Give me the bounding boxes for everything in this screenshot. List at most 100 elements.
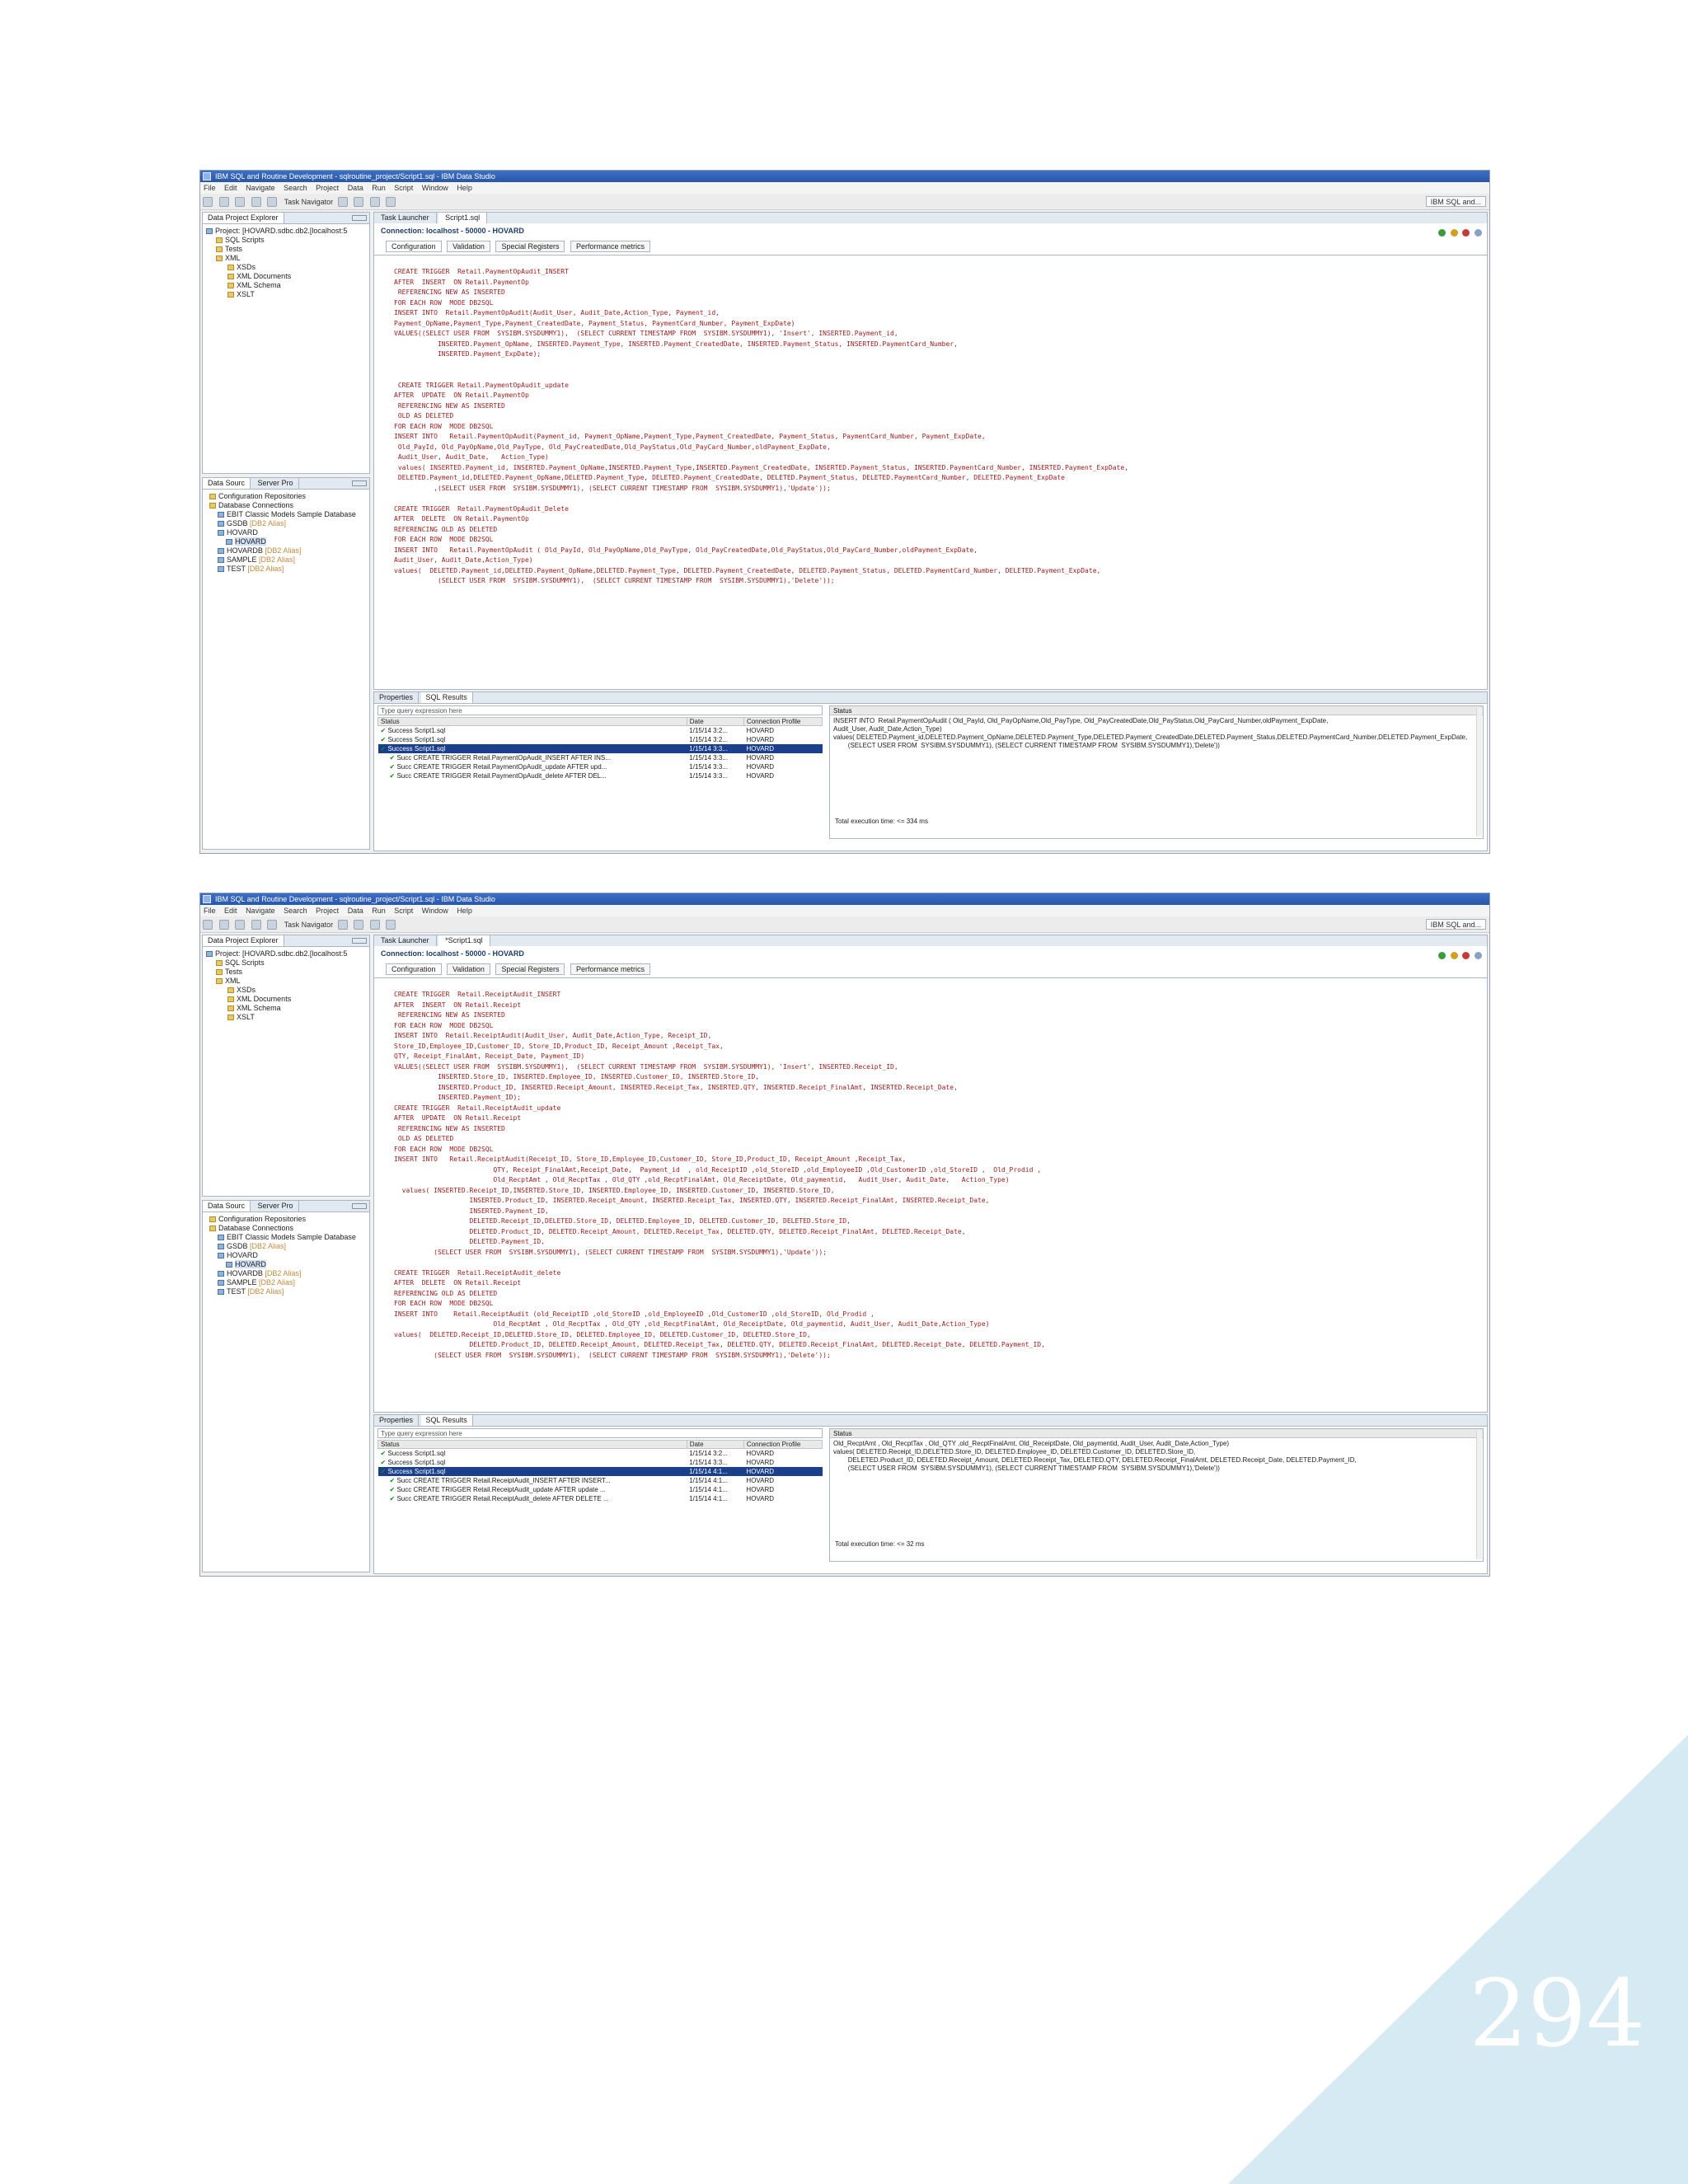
tree-item[interactable]: Configuration Repositories — [206, 1215, 366, 1224]
menu-help[interactable]: Help — [457, 184, 472, 192]
new-icon[interactable] — [203, 197, 213, 207]
scrollbar[interactable] — [1476, 1431, 1482, 1559]
table-row[interactable]: ✔ Success Script1.sql 1/15/14 3:3... HOVAR… — [377, 743, 823, 753]
sql-code-editor[interactable]: CREATE TRIGGER Retail.ReceiptAudit_INSER… — [373, 977, 1488, 1413]
menu-help[interactable]: Help — [457, 907, 472, 915]
tree-item[interactable]: XSDs — [206, 263, 366, 272]
tab-configuration[interactable]: Configuration — [386, 241, 442, 252]
tree-item[interactable]: Configuration Repositories — [206, 492, 366, 501]
menu-navigate[interactable]: Navigate — [246, 907, 275, 915]
forward-icon[interactable] — [386, 197, 396, 207]
tree-item[interactable]: SQL Scripts — [206, 958, 366, 968]
tab-data-project-explorer[interactable]: Data Project Explorer — [203, 935, 284, 946]
table-row[interactable]: ✔ Success Script1.sql 1/15/14 3:2... HOVAR… — [378, 735, 823, 744]
minimize-maximize-icon[interactable] — [352, 1203, 367, 1209]
menu-navigate[interactable]: Navigate — [246, 184, 275, 192]
menu-run[interactable]: Run — [372, 907, 386, 915]
menu-search[interactable]: Search — [284, 184, 307, 192]
debug-icon[interactable] — [1450, 229, 1458, 237]
table-row[interactable]: ✔ Succ CREATE TRIGGER Retail.PaymentOpAu… — [378, 762, 823, 771]
back-icon[interactable] — [369, 197, 380, 207]
menu-data[interactable]: Data — [348, 184, 363, 192]
run-sql-icon[interactable] — [1438, 952, 1447, 959]
tree-item[interactable]: XML Documents — [206, 272, 366, 281]
menu-run[interactable]: Run — [372, 184, 386, 192]
menu-file[interactable]: File — [204, 907, 216, 915]
settings-icon[interactable] — [1475, 229, 1482, 237]
tree-item[interactable]: GSDB [DB2 Alias] — [206, 1242, 366, 1251]
tab-data-source-explorer[interactable]: Data Sourc — [203, 1201, 251, 1212]
column-connection-profile[interactable]: Connection Profile — [743, 1440, 823, 1449]
tree-item[interactable]: HOVARDB [DB2 Alias] — [206, 1269, 366, 1278]
column-status[interactable]: Status — [377, 717, 687, 726]
table-row[interactable]: ✔ Success Script1.sql 1/15/14 3:3... HOVAR… — [378, 1458, 823, 1467]
tab-performance-metrics[interactable]: Performance metrics — [570, 241, 651, 252]
tree-item[interactable]: XML — [206, 254, 366, 263]
tree-item[interactable]: HOVARD — [206, 537, 366, 546]
tab-server-profiles[interactable]: Server Pro — [252, 478, 299, 489]
menu-project[interactable]: Project — [316, 184, 339, 192]
perspective-switcher[interactable]: IBM SQL and... — [1425, 919, 1486, 930]
minimize-maximize-icon[interactable] — [352, 938, 367, 944]
tab-script[interactable]: Script1.sql — [438, 213, 488, 223]
tree-item[interactable]: XML Schema — [206, 1004, 366, 1013]
settings-icon[interactable] — [1475, 952, 1482, 959]
tree-item[interactable]: SAMPLE [DB2 Alias] — [206, 555, 366, 565]
task-navigator-icon[interactable] — [267, 197, 278, 207]
minimize-maximize-icon[interactable] — [352, 215, 367, 221]
table-row[interactable]: ✔ Success Script1.sql 1/15/14 3:2... HOVAR… — [378, 1449, 823, 1458]
query-filter-input[interactable]: Type query expression here — [377, 705, 823, 715]
tree-item[interactable]: Tests — [206, 968, 366, 977]
forward-icon[interactable] — [386, 920, 396, 930]
tab-performance-metrics[interactable]: Performance metrics — [570, 963, 651, 975]
menu-edit[interactable]: Edit — [224, 184, 237, 192]
print-icon[interactable] — [235, 197, 246, 207]
new-icon[interactable] — [203, 920, 213, 930]
tree-item[interactable]: Project: [HOVARD.sdbc.db2.[localhost:5 — [206, 227, 366, 236]
menu-edit[interactable]: Edit — [224, 907, 237, 915]
tab-data-project-explorer[interactable]: Data Project Explorer — [203, 213, 284, 223]
menu-window[interactable]: Window — [422, 184, 448, 192]
query-filter-input[interactable]: Type query expression here — [377, 1428, 823, 1438]
tree-item[interactable]: HOVARD — [206, 1251, 366, 1260]
stop-icon[interactable] — [1462, 229, 1470, 237]
task-navigator-label[interactable]: Task Navigator — [284, 921, 334, 929]
tree-item[interactable]: XSLT — [206, 290, 366, 299]
print-icon[interactable] — [235, 920, 246, 930]
search-icon[interactable] — [337, 197, 348, 207]
tree-item[interactable]: XML — [206, 977, 366, 986]
save-icon[interactable] — [218, 920, 229, 930]
menu-project[interactable]: Project — [316, 907, 339, 915]
task-navigator-label[interactable]: Task Navigator — [284, 198, 334, 206]
tree-item[interactable]: SQL Scripts — [206, 236, 366, 245]
run-sql-icon[interactable] — [1438, 229, 1447, 237]
tree-item[interactable]: Tests — [206, 245, 366, 254]
tree-item[interactable]: TEST [DB2 Alias] — [206, 565, 366, 574]
task-navigator-icon[interactable] — [267, 920, 278, 930]
tab-task-launcher[interactable]: Task Launcher — [374, 213, 437, 223]
tab-special-registers[interactable]: Special Registers — [495, 241, 565, 252]
column-date[interactable]: Date — [686, 717, 744, 726]
run-icon[interactable] — [354, 920, 364, 930]
tab-sql-results[interactable]: SQL Results — [420, 1415, 473, 1426]
perspective-switcher[interactable]: IBM SQL and... — [1425, 196, 1486, 207]
tree-item[interactable]: HOVARDB [DB2 Alias] — [206, 546, 366, 555]
tab-script[interactable]: *Script1.sql — [438, 935, 490, 946]
menu-script[interactable]: Script — [394, 907, 413, 915]
tab-task-launcher[interactable]: Task Launcher — [374, 935, 437, 946]
save-icon[interactable] — [218, 197, 229, 207]
tab-special-registers[interactable]: Special Registers — [495, 963, 565, 975]
sql-code-editor[interactable]: CREATE TRIGGER Retail.PaymentOpAudit_INS… — [373, 255, 1488, 690]
menu-script[interactable]: Script — [394, 184, 413, 192]
table-row[interactable]: ✔ Succ CREATE TRIGGER Retail.ReceiptAudi… — [378, 1494, 823, 1503]
tree-item[interactable]: HOVARD — [206, 1260, 366, 1269]
tree-item[interactable]: Database Connections — [206, 1224, 366, 1233]
table-row[interactable]: ✔ Succ CREATE TRIGGER Retail.ReceiptAudi… — [378, 1485, 823, 1494]
tab-validation[interactable]: Validation — [447, 241, 490, 252]
tab-validation[interactable]: Validation — [447, 963, 490, 975]
column-status[interactable]: Status — [377, 1440, 687, 1449]
connect-icon[interactable] — [251, 920, 261, 930]
tree-item[interactable]: SAMPLE [DB2 Alias] — [206, 1278, 366, 1287]
menu-data[interactable]: Data — [348, 907, 363, 915]
back-icon[interactable] — [369, 920, 380, 930]
